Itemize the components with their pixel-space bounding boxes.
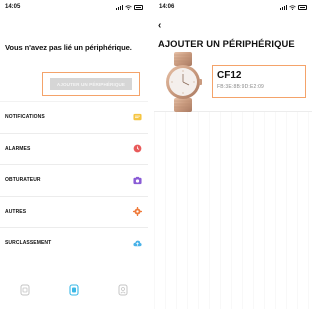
profile-tab-icon[interactable] xyxy=(118,284,128,296)
signal-icon xyxy=(116,4,123,10)
signal-icon xyxy=(280,4,287,10)
status-time: 14:05 xyxy=(5,4,21,10)
menu-item-label: ALARMES xyxy=(5,145,31,152)
menu-item-alarms[interactable]: ALARMES xyxy=(0,132,148,165)
menu-item-shutter[interactable]: OBTURATEUR xyxy=(0,164,148,196)
device-list-screen: 14:05 Vous n'avez pas lié un périphériqu… xyxy=(0,0,148,309)
add-device-screen: 14:06 ‹ AJOUTER UN PÉRIPHÉRIQUE CF12 FB:… xyxy=(154,0,312,309)
screenshot-stage: 14:05 Vous n'avez pas lié un périphériqu… xyxy=(0,0,312,309)
menu-item-others[interactable]: AUTRES xyxy=(0,195,148,228)
wifi-icon xyxy=(125,4,132,10)
status-icons xyxy=(280,4,307,10)
menu-item-label: AUTRES xyxy=(5,208,27,215)
bottom-tab-bar xyxy=(0,275,148,309)
no-device-message: Vous n'avez pas lié un périphérique. xyxy=(5,43,132,52)
wifi-icon xyxy=(289,4,296,10)
device-list-item[interactable]: CF12 FB:3E:8B:9D:E2:09 xyxy=(154,52,312,112)
message-icon xyxy=(133,113,142,120)
smartwatch-image xyxy=(166,52,202,112)
menu-item-upgrade[interactable]: SURCLASSEMENT xyxy=(0,227,148,259)
cloud-upload-icon xyxy=(133,240,142,246)
camera-icon xyxy=(133,176,142,184)
watch-tab-icon[interactable] xyxy=(69,284,79,296)
battery-icon xyxy=(134,4,143,10)
page-title: AJOUTER UN PÉRIPHÉRIQUE xyxy=(158,38,295,49)
status-icons xyxy=(116,4,143,10)
menu-item-notifications[interactable]: NOTIFICATIONS xyxy=(0,101,148,133)
status-bar: 14:05 xyxy=(0,0,148,14)
device-tab-icon[interactable] xyxy=(20,284,30,296)
status-time: 14:06 xyxy=(159,4,175,10)
settings-menu: NOTIFICATIONS ALARMES OBTURATEUR AUTRES … xyxy=(0,101,148,259)
back-button[interactable]: ‹ xyxy=(158,20,161,31)
gear-icon xyxy=(133,207,142,217)
empty-list-area xyxy=(154,112,312,309)
add-device-button[interactable]: AJOUTER UN PÉRIPHÉRIQUE xyxy=(50,78,132,90)
device-mac-address: FB:3E:8B:9D:E2:09 xyxy=(217,84,265,90)
menu-item-label: OBTURATEUR xyxy=(5,177,41,184)
device-info-highlight: CF12 FB:3E:8B:9D:E2:09 xyxy=(212,65,306,98)
menu-item-label: SURCLASSEMENT xyxy=(5,240,52,247)
clock-icon xyxy=(133,144,142,153)
device-name: CF12 xyxy=(217,70,242,81)
status-bar: 14:06 xyxy=(154,0,312,14)
add-device-highlight: AJOUTER UN PÉRIPHÉRIQUE xyxy=(42,72,140,96)
menu-item-label: NOTIFICATIONS xyxy=(5,114,45,121)
battery-icon xyxy=(298,4,307,10)
